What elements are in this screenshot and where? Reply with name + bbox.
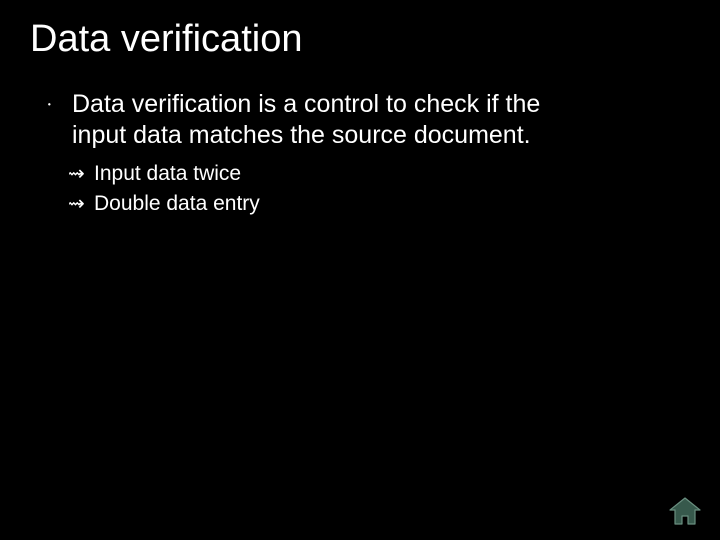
bullet-level1-text: Data verification is a control to check … xyxy=(72,89,592,150)
slide-body: · Data verification is a control to chec… xyxy=(30,89,690,218)
bullet-level2: ⇝ Double data entry xyxy=(68,190,690,218)
dot-bullet-icon: · xyxy=(46,89,72,121)
home-button[interactable] xyxy=(668,496,702,526)
arrow-bullet-icon: ⇝ xyxy=(68,160,94,188)
bullet-level2-text: Input data twice xyxy=(94,160,241,187)
home-icon xyxy=(668,496,702,526)
bullet-level2-text: Double data entry xyxy=(94,190,260,217)
arrow-bullet-icon: ⇝ xyxy=(68,190,94,218)
sub-bullet-group: ⇝ Input data twice ⇝ Double data entry xyxy=(46,160,690,218)
slide-title: Data verification xyxy=(30,18,690,61)
bullet-level2: ⇝ Input data twice xyxy=(68,160,690,188)
bullet-level1: · Data verification is a control to chec… xyxy=(46,89,690,150)
slide: Data verification · Data verification is… xyxy=(0,0,720,540)
